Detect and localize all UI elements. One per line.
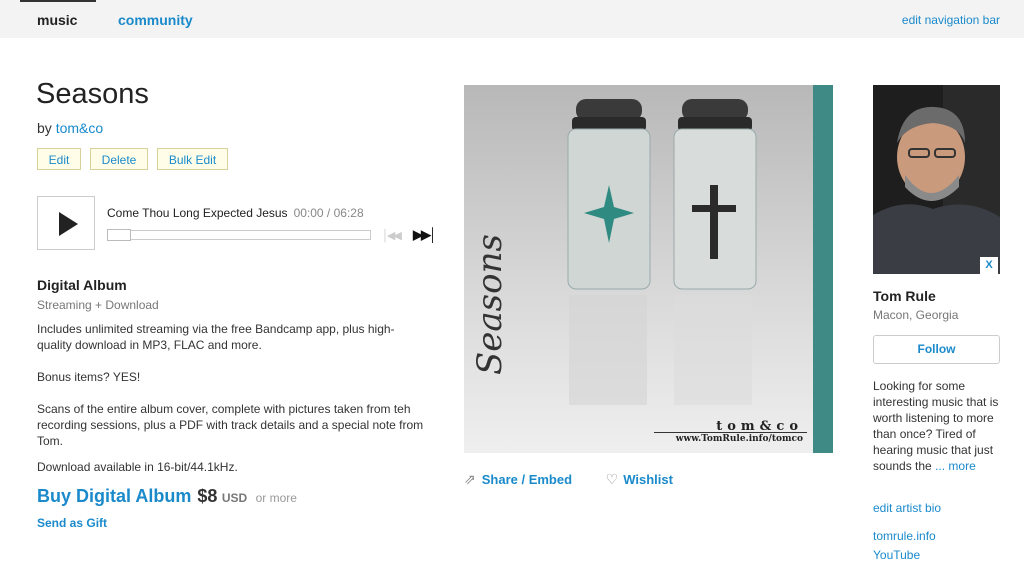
active-tab-indicator — [20, 0, 96, 2]
package-description: Includes unlimited streaming via the fre… — [37, 322, 395, 352]
album-cover[interactable]: Seasons tom&co www.TomRule.info/tomco — [464, 85, 833, 453]
buy-row: Buy Digital Album $8 USD or more — [37, 486, 297, 507]
edit-navigation-link[interactable]: edit navigation bar — [902, 13, 1000, 27]
photo-close-icon[interactable]: X — [980, 257, 998, 274]
artist-location: Macon, Georgia — [873, 308, 959, 322]
now-playing: Come Thou Long Expected Jesus 00:00 / 06:… — [107, 206, 364, 220]
bulk-edit-button[interactable]: Bulk Edit — [157, 148, 228, 170]
or-more-text: or more — [255, 491, 297, 505]
cover-script-title: Seasons — [470, 234, 510, 375]
format-subtitle: Streaming + Download — [37, 298, 159, 312]
bonus-items-text: Bonus items? YES! — [37, 370, 141, 384]
cover-shakers-illustration — [567, 99, 757, 405]
share-embed-link[interactable]: Share / Embed — [482, 472, 572, 487]
album-title: Seasons — [36, 78, 149, 110]
play-button[interactable] — [37, 196, 95, 250]
artist-portrait — [873, 85, 1000, 274]
previous-track-icon[interactable]: │◀◀ — [382, 229, 402, 242]
next-track-icon[interactable]: ▶▶│ — [413, 227, 437, 243]
send-as-gift-link[interactable]: Send as Gift — [37, 516, 107, 530]
heart-icon: ♡ — [605, 471, 619, 487]
share-row: ⇗ Share / Embed ♡ Wishlist — [464, 471, 673, 488]
cover-url: www.TomRule.info/tomco — [675, 434, 803, 444]
track-time: 00:00 / 06:28 — [293, 206, 364, 220]
artist-name[interactable]: Tom Rule — [873, 288, 936, 304]
edit-artist-bio-link[interactable]: edit artist bio — [873, 501, 941, 515]
share-icon: ⇗ — [464, 471, 476, 487]
artist-bio: Looking for some interesting music that … — [873, 378, 1003, 474]
tab-music[interactable]: music — [37, 12, 77, 28]
progress-handle[interactable] — [107, 229, 131, 241]
cover-side-band — [813, 85, 833, 453]
play-icon — [59, 212, 78, 236]
artist-link[interactable]: tom&co — [56, 120, 103, 136]
youtube-link[interactable]: YouTube — [873, 548, 920, 562]
artist-website-link[interactable]: tomrule.info — [873, 529, 936, 543]
digital-album-heading: Digital Album — [37, 277, 127, 293]
delete-button[interactable]: Delete — [90, 148, 148, 170]
progress-bar[interactable] — [107, 229, 371, 241]
cover-brand: tom&co — [716, 419, 803, 434]
price: $8 — [197, 486, 218, 506]
currency: USD — [221, 491, 248, 505]
buy-digital-album-button[interactable]: Buy Digital Album — [37, 486, 191, 506]
byline-prefix: by — [37, 120, 52, 136]
artist-photo[interactable] — [873, 85, 1000, 274]
top-nav-bar: music community edit navigation bar — [0, 0, 1024, 38]
download-quality-text: Download available in 16-bit/44.1kHz. — [37, 460, 238, 474]
tab-community[interactable]: community — [118, 12, 193, 28]
track-title: Come Thou Long Expected Jesus — [107, 206, 288, 220]
bio-more-link[interactable]: ... more — [935, 459, 976, 473]
wishlist-link[interactable]: Wishlist — [623, 472, 673, 487]
edit-button[interactable]: Edit — [37, 148, 81, 170]
bonus-description: Scans of the entire album cover, complet… — [37, 402, 424, 448]
follow-button[interactable]: Follow — [873, 335, 1000, 364]
byline: by tom&co — [37, 120, 103, 136]
